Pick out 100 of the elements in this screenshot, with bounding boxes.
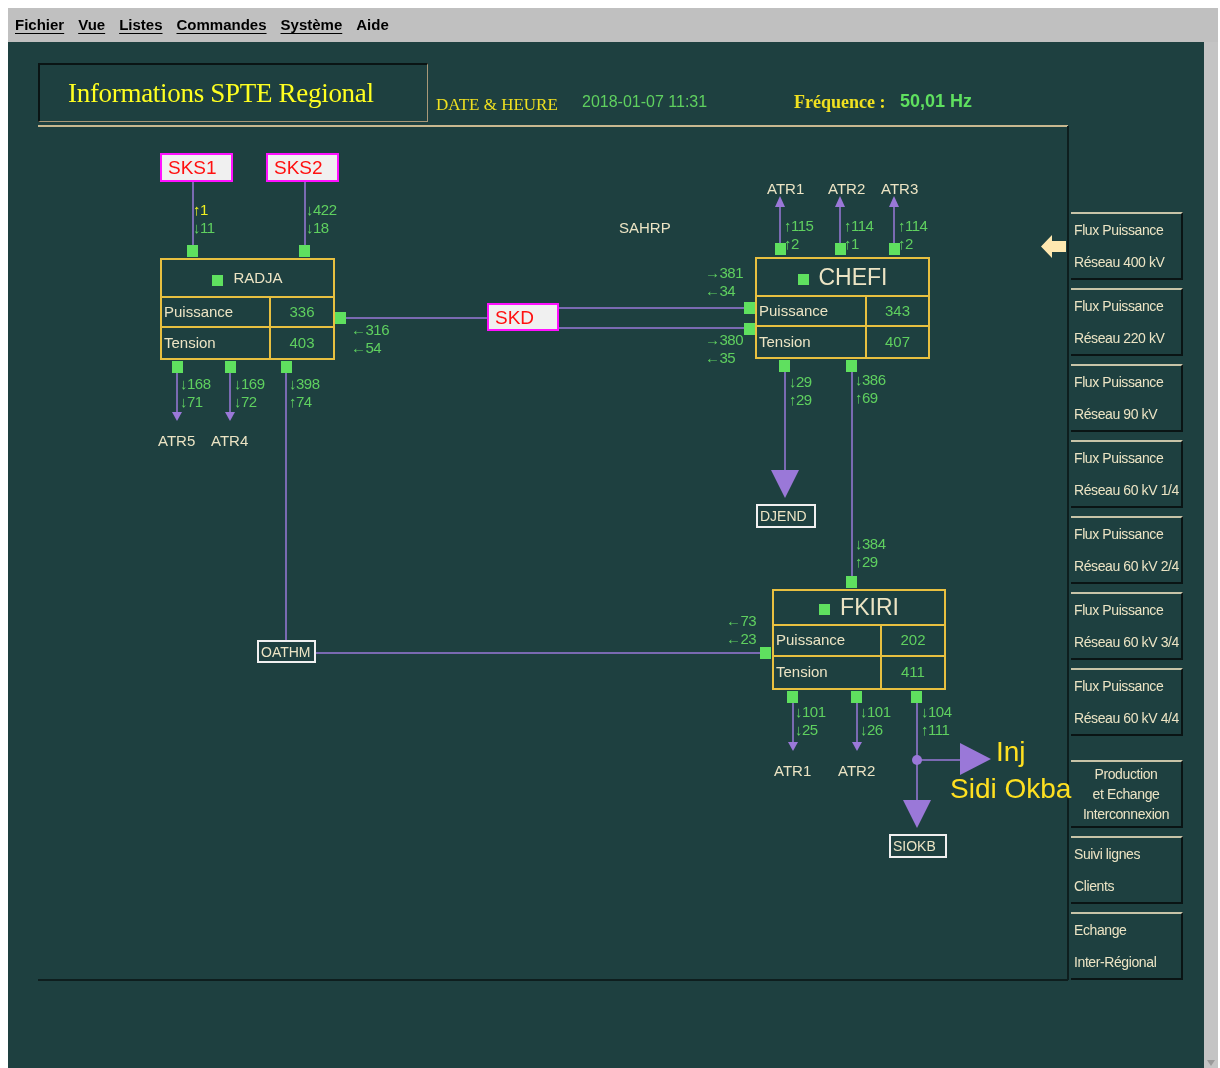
flow-reading: ←23	[726, 630, 757, 648]
flow-reading: ↓398	[289, 375, 320, 393]
equipment-label: ATR2	[828, 179, 866, 199]
substation-box: SKD	[487, 303, 559, 331]
status-marker	[819, 604, 831, 615]
feeder-arrow	[225, 372, 235, 421]
terminal-marker	[225, 361, 236, 373]
flow-reading: ↓384	[855, 535, 886, 553]
flow-reading: ↑111	[921, 721, 950, 739]
sidebar-button[interactable]: Flux Puissance Réseau 400 kV	[1071, 212, 1183, 280]
terminal-marker	[172, 361, 183, 373]
flow-reading: ↓422	[306, 201, 337, 219]
frequency-label: Fréquence :	[794, 91, 886, 114]
status-marker	[212, 274, 224, 286]
flow-reading: ↓386	[855, 371, 886, 389]
terminal-marker	[787, 691, 798, 703]
flow-reading: →380	[705, 331, 744, 349]
flow-reading: ↑2	[898, 235, 913, 253]
flow-reading: ↓11	[193, 219, 215, 237]
substation-box: DJEND	[756, 504, 816, 528]
menu-item[interactable]: Commandes	[174, 13, 269, 37]
equipment-label: ATR2	[838, 761, 876, 781]
flow-reading: ↑2	[784, 235, 799, 253]
flow-reading: ↓101	[860, 703, 891, 721]
flow-reading: ←34	[705, 282, 736, 300]
terminal-marker	[335, 312, 346, 324]
sidebar-button[interactable]: Flux Puissance Réseau 60 kV 1/4	[1071, 440, 1183, 508]
scroll-down-icon[interactable]	[1207, 1060, 1215, 1066]
equipment-label: ATR1	[774, 761, 812, 781]
flow-reading: ↓104	[921, 703, 952, 721]
flow-reading: →381	[705, 264, 744, 282]
station-name: FKIRI	[840, 593, 899, 623]
sidebar-button[interactable]: Suivi lignes Clients	[1071, 836, 1183, 904]
feeder-arrow	[889, 196, 899, 244]
flow-reading: ↓169	[234, 375, 265, 393]
row-label: Tension	[162, 328, 271, 358]
flow-reading: ↑69	[855, 389, 878, 407]
flow-reading: ↑1	[193, 201, 208, 219]
flow-reading: ↓18	[306, 219, 329, 237]
menu-item[interactable]: Fichier	[13, 13, 67, 37]
injection-label: Inj	[996, 738, 1026, 766]
flow-reading: ↑114	[844, 217, 874, 235]
junction-dot	[912, 755, 922, 765]
date-label: DATE & HEURE	[436, 94, 558, 116]
equipment-label: SAHRP	[619, 218, 671, 238]
power-line	[304, 181, 306, 246]
menu-item[interactable]: Listes	[117, 13, 165, 37]
flow-reading: ↓72	[234, 393, 257, 411]
sidebar-button[interactable]: Flux Puissance Réseau 90 kV	[1071, 364, 1183, 432]
feeder-arrow	[775, 196, 785, 244]
terminal-marker	[744, 323, 755, 335]
row-label: Puissance	[162, 298, 271, 326]
selection-arrow-icon	[1041, 234, 1066, 258]
menu-item[interactable]: Système	[278, 13, 345, 37]
flow-reading: ↓71	[180, 393, 203, 411]
flow-reading: ←73	[726, 612, 757, 630]
row-value: 343	[884, 300, 911, 321]
terminal-marker	[846, 576, 857, 588]
row-label: Tension	[774, 657, 882, 688]
row-value: 407	[884, 331, 911, 352]
substation-box: SKS1	[160, 153, 233, 182]
flow-reading: ↑74	[289, 393, 312, 411]
feeder-arrow	[835, 196, 845, 244]
flow-reading: ←35	[705, 349, 736, 367]
row-label: Tension	[757, 327, 867, 357]
menu-item[interactable]: Aide	[354, 13, 391, 37]
sidebar-button[interactable]: Production et Echange Interconnexion	[1071, 760, 1183, 828]
terminal-marker	[281, 361, 292, 373]
equipment-label: ATR4	[211, 431, 249, 451]
flow-reading: ←54	[351, 339, 382, 357]
sidebar-button[interactable]: Flux Puissance Réseau 60 kV 2/4	[1071, 516, 1183, 584]
menu-item[interactable]: Vue	[76, 13, 108, 37]
terminal-marker	[187, 245, 198, 257]
row-label: Puissance	[757, 297, 867, 325]
flow-reading: ↑115	[784, 217, 814, 235]
page-title: Informations SPTE Regional	[68, 76, 374, 110]
substation-box: OATHM	[257, 640, 316, 663]
substation-box: SKS2	[266, 153, 339, 182]
feeder-arrow	[788, 702, 798, 751]
sidebar-button[interactable]: Echange Inter-Régional	[1071, 912, 1183, 980]
terminal-marker	[779, 360, 790, 372]
sidebar-button[interactable]: Flux Puissance Réseau 60 kV 4/4	[1071, 668, 1183, 736]
flow-reading: ↓26	[860, 721, 883, 739]
terminal-marker	[846, 360, 857, 372]
power-line	[192, 181, 194, 246]
sidebar-button[interactable]: Flux Puissance Réseau 60 kV 3/4	[1071, 592, 1183, 660]
sidebar-button[interactable]: Flux Puissance Réseau 220 kV	[1071, 288, 1183, 356]
flow-reading: ↓101	[795, 703, 826, 721]
feeder-arrow	[852, 702, 862, 751]
flow-reading: ↑29	[855, 553, 878, 571]
terminal-marker	[760, 647, 771, 659]
flow-reading: ↑114	[898, 217, 928, 235]
terminal-marker	[775, 243, 786, 255]
injection-label: Sidi Okba	[950, 775, 1072, 803]
feeder-arrow	[172, 372, 182, 421]
equipment-label: ATR5	[158, 431, 196, 451]
row-value: 403	[288, 332, 316, 353]
equipment-label: ATR1	[767, 179, 805, 199]
row-value: 336	[288, 301, 316, 322]
scrollbar[interactable]	[1204, 42, 1218, 1068]
